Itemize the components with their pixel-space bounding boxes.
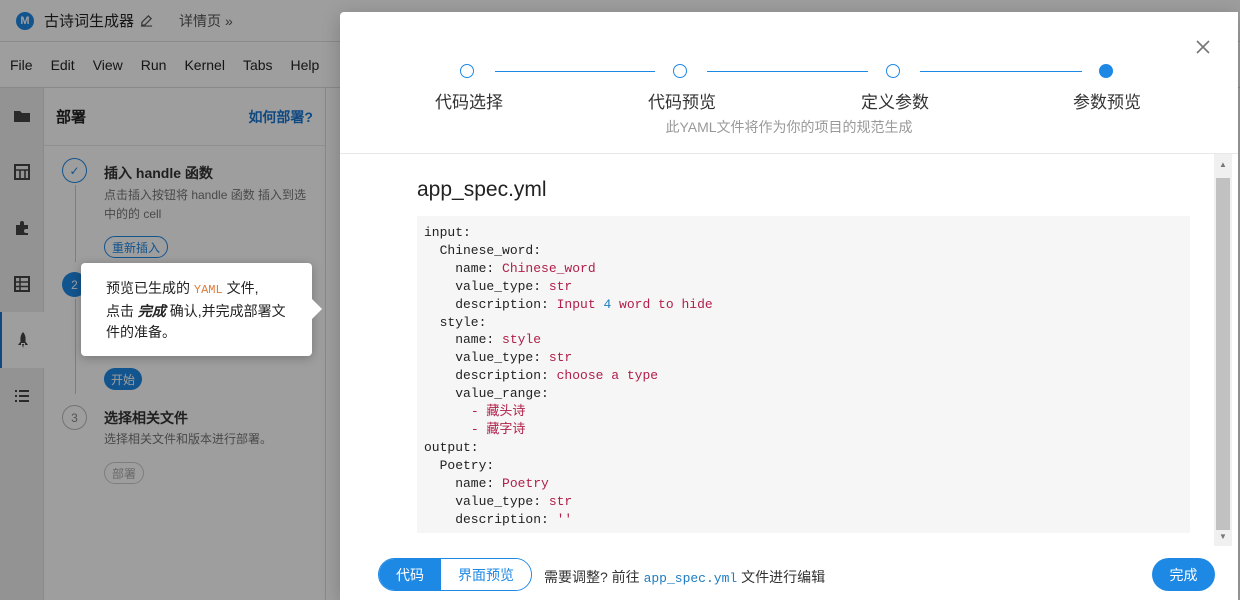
code-line: - 藏字诗 [424, 421, 1183, 439]
code-key: value_range: [424, 386, 549, 402]
code-key: value_type: [424, 278, 549, 294]
code-line: name: Chinese_word [424, 260, 1183, 278]
code-key [424, 422, 471, 437]
code-value: style [502, 332, 542, 348]
hint-file-link[interactable]: app_spec.yml [644, 571, 738, 586]
tooltip-line-1: 预览已生成的 YAML 文件, [106, 278, 294, 301]
code-line: - 藏头诗 [424, 403, 1183, 421]
code-line: description: '' [424, 511, 1183, 529]
toggle-code-button[interactable]: 代码 [379, 559, 441, 590]
code-key: description: [424, 511, 557, 527]
code-value: '' [556, 511, 573, 527]
code-line: input: [424, 224, 1183, 242]
tooltip-yaml-code: YAML [193, 283, 223, 297]
code-value: str [548, 278, 573, 294]
modal-scrollbar[interactable]: ▲ ▼ [1214, 154, 1232, 546]
hint-text: 需要调整? 前往 [544, 569, 644, 585]
spec-preview-modal: 代码选择 代码预览 定义参数 参数预览 此YAML文件将作为你的项目的规范生成 … [340, 12, 1238, 600]
code-value: str [548, 350, 573, 366]
code-key: Poetry: [424, 457, 495, 473]
wizard-connector [707, 71, 868, 72]
code-key: name: [424, 260, 503, 276]
code-value: Poetry [502, 475, 549, 491]
code-line: description: choose a type [424, 367, 1183, 385]
wizard-subtitle: 此YAML文件将作为你的项目的规范生成 [665, 119, 913, 135]
code-line: value_type: str [424, 278, 1183, 296]
done-button[interactable]: 完成 [1152, 558, 1215, 591]
wizard-step-2-dot[interactable] [673, 64, 687, 78]
code-line: Chinese_word: [424, 242, 1183, 260]
modal-footer: 代码 界面预览 需要调整? 前往 app_spec.yml 文件进行编辑 完成 [340, 548, 1238, 600]
tooltip-line-2: 点击 完成 确认,并完成部署文件的准备。 [106, 301, 294, 343]
code-key [424, 404, 471, 419]
code-key: input: [424, 225, 471, 240]
code-line: name: Poetry [424, 475, 1183, 493]
code-line: name: style [424, 331, 1183, 349]
wizard-stepper: 代码选择 代码预览 定义参数 参数预览 此YAML文件将作为你的项目的规范生成 [340, 12, 1238, 154]
code-line: value_type: str [424, 349, 1183, 367]
wizard-step-1-dot[interactable] [460, 64, 474, 78]
code-line: value_type: str [424, 493, 1183, 511]
code-value: - 藏头诗 [470, 404, 526, 420]
scroll-up-icon[interactable]: ▲ [1218, 160, 1228, 170]
tooltip-done-emphasis: 完成 [137, 303, 166, 319]
code-line: description: Input 4 word to hide [424, 296, 1183, 314]
toggle-ui-preview-button[interactable]: 界面预览 [441, 559, 531, 590]
yaml-code-block: input: Chinese_word: name: Chinese_word … [417, 216, 1190, 533]
code-value: word to hide [611, 296, 713, 312]
code-key: description: [424, 296, 557, 312]
code-key: style: [424, 314, 487, 330]
code-key: name: [424, 475, 503, 491]
scrollbar-thumb[interactable] [1216, 178, 1230, 530]
code-key: description: [424, 368, 557, 384]
code-line: value_range: [424, 385, 1183, 403]
scroll-down-icon[interactable]: ▼ [1218, 532, 1228, 542]
wizard-step-3-dot[interactable] [886, 64, 900, 78]
wizard-connector [495, 71, 655, 72]
wizard-step-3-label[interactable]: 定义参数 [861, 88, 929, 113]
close-icon[interactable] [1194, 38, 1212, 56]
edit-hint: 需要调整? 前往 app_spec.yml 文件进行编辑 [544, 567, 825, 587]
wizard-step-4-label[interactable]: 参数预览 [1073, 88, 1141, 113]
tooltip-text: 文件, [222, 280, 259, 296]
code-value: - 藏字诗 [470, 421, 526, 437]
code-value: str [548, 493, 573, 509]
hint-text: 文件进行编辑 [737, 569, 826, 585]
code-value: choose a type [556, 368, 659, 384]
tooltip-text: 预览已生成的 [106, 280, 194, 296]
code-key: Chinese_word: [424, 242, 542, 258]
code-line: style: [424, 314, 1183, 332]
code-value: Chinese_word [502, 260, 596, 276]
spec-file-title: app_spec.yml [417, 178, 547, 201]
view-toggle: 代码 界面预览 [378, 558, 532, 591]
wizard-step-2-label[interactable]: 代码预览 [648, 88, 716, 113]
code-key: value_type: [424, 493, 549, 509]
modal-body: app_spec.yml input: Chinese_word: name: … [340, 154, 1214, 544]
code-line: Poetry: [424, 457, 1183, 475]
code-line: output: [424, 439, 1183, 457]
wizard-step-4-dot[interactable] [1099, 64, 1113, 78]
code-key: value_type: [424, 350, 549, 366]
tooltip-text: 点击 [106, 303, 138, 319]
wizard-step-1-label[interactable]: 代码选择 [435, 88, 503, 113]
guide-tooltip: 预览已生成的 YAML 文件, 点击 完成 确认,并完成部署文件的准备。 [81, 263, 322, 356]
code-key: output: [424, 439, 479, 455]
code-value: Input [556, 296, 604, 312]
wizard-connector [920, 71, 1082, 72]
code-key: name: [424, 332, 503, 348]
